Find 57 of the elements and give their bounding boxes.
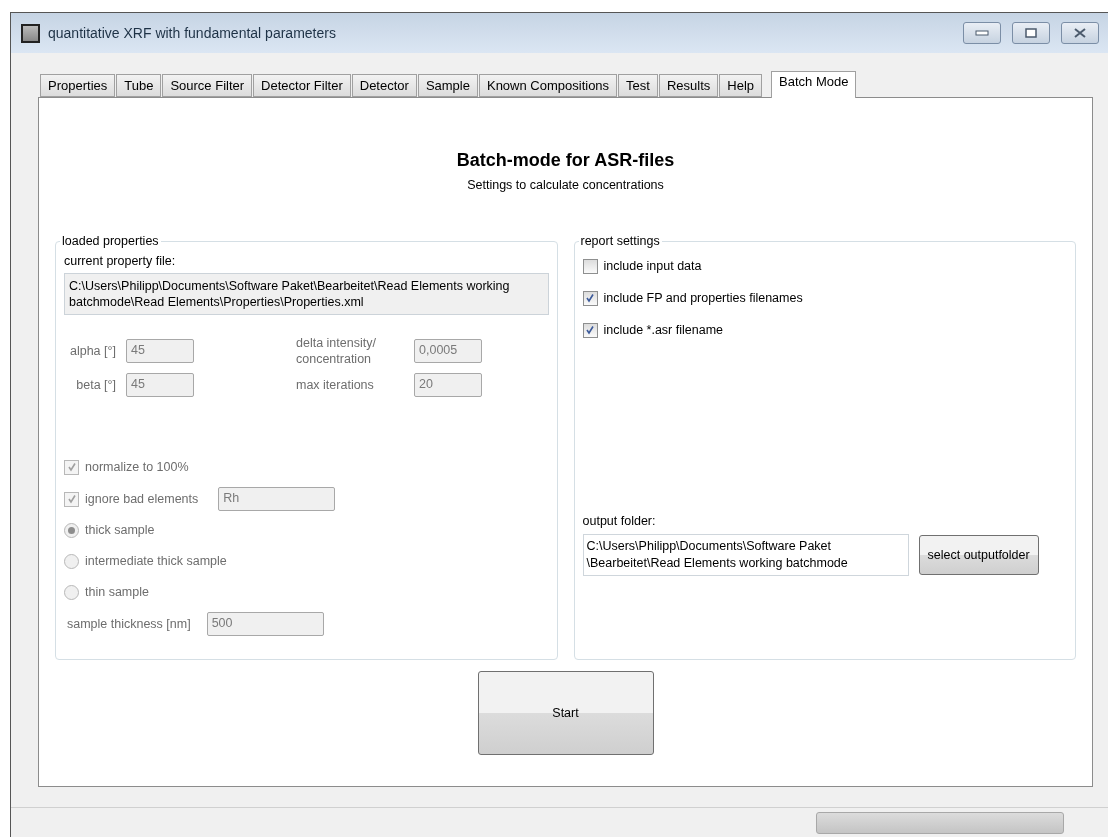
tab[interactable]: Results bbox=[658, 74, 719, 97]
checkbox-label: normalize to 100% bbox=[85, 460, 189, 474]
input-field[interactable]: 45 bbox=[126, 373, 194, 397]
check-icon bbox=[585, 325, 595, 335]
radio-button[interactable] bbox=[64, 522, 79, 538]
checkbox-label: include FP and properties filenames bbox=[603, 291, 803, 305]
radio-button[interactable] bbox=[64, 553, 79, 569]
input-field[interactable]: 20 bbox=[414, 373, 482, 397]
radio-label: thin sample bbox=[85, 585, 149, 599]
field-label: max iterations bbox=[296, 377, 375, 393]
check-icon bbox=[66, 494, 77, 504]
input-field[interactable]: 45 bbox=[126, 339, 194, 363]
check-icon bbox=[66, 462, 77, 472]
minimize-button[interactable] bbox=[963, 22, 1001, 44]
tab[interactable]: Help bbox=[719, 74, 763, 97]
check-icon bbox=[585, 293, 595, 303]
radio-label: thick sample bbox=[85, 523, 155, 537]
restore-button[interactable] bbox=[1012, 22, 1050, 44]
checkbox-label: ignore bad elements bbox=[85, 492, 199, 506]
page-heading: Batch-mode for ASR-files bbox=[456, 150, 675, 171]
tab[interactable]: Batch Mode bbox=[771, 71, 857, 98]
input-field[interactable]: 0,0005 bbox=[414, 339, 482, 363]
tab[interactable]: Sample bbox=[417, 74, 478, 97]
tab[interactable]: Tube bbox=[116, 74, 162, 97]
radio-label: intermediate thick sample bbox=[85, 554, 227, 568]
page-subheading: Settings to calculate concentrations bbox=[467, 178, 664, 192]
group-title: loaded properties bbox=[61, 234, 160, 248]
tab[interactable]: Detector Filter bbox=[253, 74, 351, 97]
tab[interactable]: Test bbox=[618, 74, 658, 97]
field-label: delta intensity/ concentration bbox=[296, 335, 377, 367]
close-button[interactable] bbox=[1061, 22, 1099, 44]
field-label: sample thickness [nm] bbox=[67, 617, 191, 631]
group-title: report settings bbox=[579, 234, 661, 248]
checkbox[interactable] bbox=[582, 322, 598, 338]
radio-button[interactable] bbox=[64, 584, 79, 600]
tab[interactable]: Detector bbox=[351, 74, 417, 97]
start-button[interactable]: Start bbox=[477, 671, 654, 755]
tab[interactable]: Known Compositions bbox=[478, 74, 618, 97]
restore-icon bbox=[1025, 28, 1037, 38]
field-label: beta [°] bbox=[75, 377, 117, 393]
input-field[interactable]: 500 bbox=[206, 612, 324, 636]
checkbox[interactable] bbox=[582, 258, 598, 274]
field-label: output folder: bbox=[582, 514, 657, 528]
select-outputfolder-button[interactable]: select outputfolder bbox=[918, 535, 1039, 575]
field-label: alpha [°] bbox=[69, 343, 117, 359]
app-icon bbox=[21, 23, 40, 43]
field-label: current property file: bbox=[64, 254, 177, 268]
checkbox-label: include *.asr filename bbox=[603, 323, 723, 337]
property-file-field: C:\Users\Philipp\Documents\Software Paket\Bearbeitet\Read Elements working batchmode\Read Elements\Properties\Properties.xml bbox=[64, 273, 549, 315]
tab[interactable]: Properties bbox=[40, 74, 116, 97]
minimize-icon bbox=[975, 30, 989, 36]
window-title: quantitative XRF with fundamental parameters bbox=[48, 25, 337, 41]
checkbox[interactable] bbox=[582, 290, 598, 306]
tab[interactable]: Source Filter bbox=[162, 74, 253, 97]
checkbox-label: include input data bbox=[603, 259, 702, 273]
output-folder-field[interactable]: C:\Users\Philipp\Documents\Software Paket \Bearbeitet\Read Elements working batchmode bbox=[582, 534, 909, 576]
close-icon bbox=[1074, 28, 1086, 38]
